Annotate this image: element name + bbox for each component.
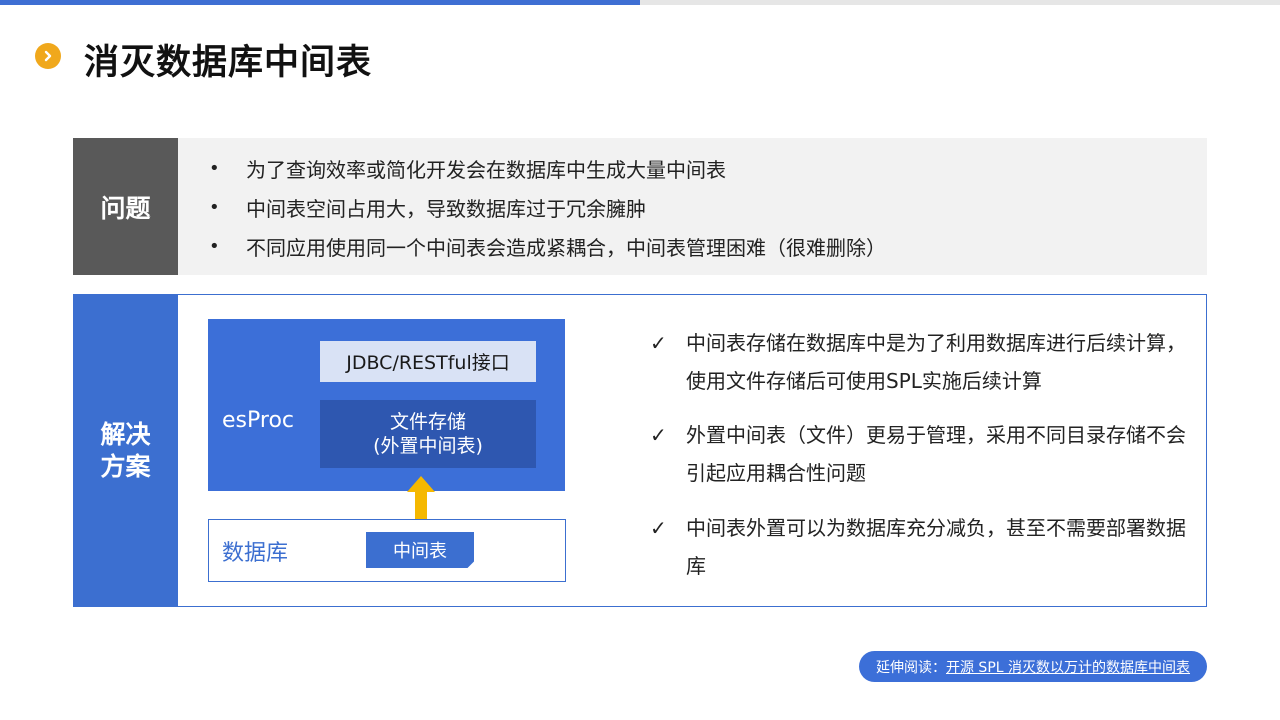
esproc-label: esProc <box>222 408 294 433</box>
solution-label-line: 方案 <box>100 451 151 481</box>
page-title: 消灭数据库中间表 <box>84 43 373 83</box>
solution-point: 中间表外置可以为数据库充分减负，甚至不需要部署数据库 <box>686 516 1186 578</box>
bullet: • <box>209 196 220 218</box>
check-icon: ✓ <box>650 331 667 355</box>
file-storage-box: 文件存储 (外置中间表) <box>320 400 536 468</box>
top-progress-track <box>640 0 1280 5</box>
problem-list: • 为了查询效率或简化开发会在数据库中生成大量中间表 • 中间表空间占用大，导致… <box>178 138 1207 275</box>
file-storage-sublabel: (外置中间表) <box>373 435 483 457</box>
up-arrow-icon <box>407 476 435 520</box>
database-label: 数据库 <box>222 541 289 566</box>
read-more-badge: 延伸阅读： 开源 SPL 消灭数以万计的数据库中间表 <box>859 651 1207 682</box>
chevron-right-icon <box>35 43 61 69</box>
solution-point: 中间表存储在数据库中是为了利用数据库进行后续计算，使用文件存储后可使用SPL实施… <box>686 331 1186 393</box>
check-icon: ✓ <box>650 423 667 447</box>
solution-label-line: 解决 <box>100 419 151 449</box>
read-more-prefix: 延伸阅读： <box>875 659 946 676</box>
interface-box: JDBC/RESTful接口 <box>320 341 536 382</box>
solution-point: 外置中间表（文件）更易于管理，采用不同目录存储不会引起应用耦合性问题 <box>686 423 1186 485</box>
problem-text: 中间表空间占用大，导致数据库过于冗余臃肿 <box>246 196 646 221</box>
problem-label: 问题 <box>73 138 178 275</box>
check-icon: ✓ <box>650 516 667 540</box>
bullet: • <box>209 157 220 179</box>
problem-text: 不同应用使用同一个中间表会造成紧耦合，中间表管理困难（很难删除） <box>246 235 886 260</box>
solution-label: 解决 方案 <box>73 294 178 607</box>
problem-text: 为了查询效率或简化开发会在数据库中生成大量中间表 <box>246 157 726 182</box>
read-more-link[interactable]: 开源 SPL 消灭数以万计的数据库中间表 <box>946 657 1190 677</box>
file-storage-label: 文件存储 <box>389 411 466 433</box>
bullet: • <box>209 235 220 257</box>
intermediate-table-box: 中间表 <box>366 532 474 568</box>
top-progress-bar <box>0 0 640 5</box>
